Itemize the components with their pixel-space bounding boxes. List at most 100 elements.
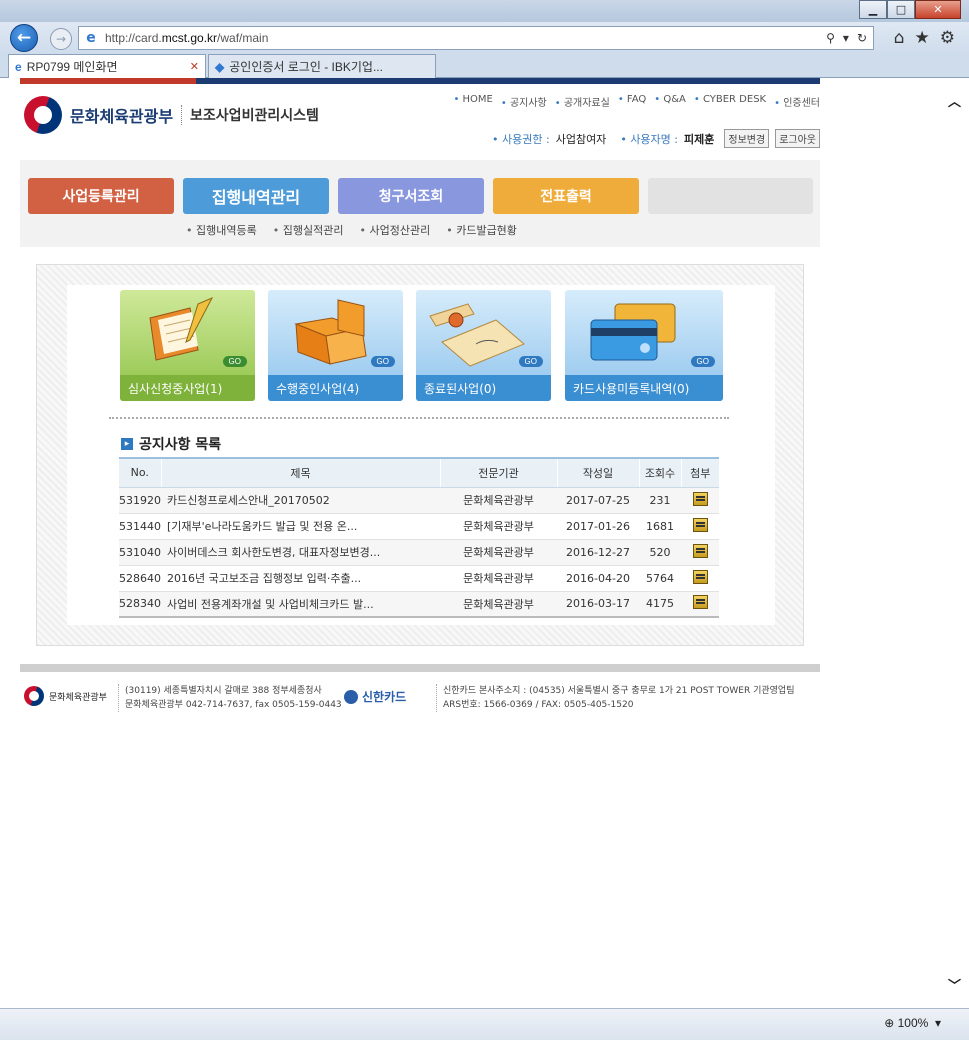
- table-row[interactable]: 528640 2016년 국고보조금 집행정보 입력·추출... 문화체육관광부…: [119, 565, 719, 592]
- toplink-qna[interactable]: Q&A: [654, 94, 686, 109]
- menu-invoice-inquiry[interactable]: 청구서조회: [338, 178, 484, 214]
- notice-table: No. 제목 전문기관 작성일 조회수 첨부 531920 카드신청프로세스안내…: [119, 457, 719, 618]
- browser-tools: ⌂ ★ ⚙: [894, 28, 955, 48]
- maximize-button[interactable]: □: [887, 0, 915, 19]
- card-title: 종료된사업(0): [416, 375, 551, 401]
- toplink-cyberdesk[interactable]: CYBER DESK: [694, 94, 766, 109]
- window-titlebar: ▁ □ ✕: [0, 0, 969, 22]
- refresh-icon[interactable]: ↻: [857, 31, 867, 45]
- card-unregistered-usage[interactable]: GO 카드사용미등록내역(0): [565, 290, 723, 401]
- cell-subject-link[interactable]: [기재부'e나라도움카드 발급 및 전용 온...: [161, 513, 440, 540]
- favorites-star-icon[interactable]: ★: [915, 28, 930, 48]
- toplink-archive[interactable]: 공개자료실: [555, 94, 610, 109]
- col-no: No.: [119, 457, 161, 488]
- address-bar[interactable]: e http://card.mcst.go.kr/waf/main ⚲ ▾ ↻: [78, 26, 874, 50]
- card-go-badge[interactable]: GO: [222, 356, 247, 367]
- card-go-badge[interactable]: GO: [690, 356, 715, 367]
- tab-ibk[interactable]: ◆ 공인인증서 로그인 - IBK기업...: [208, 54, 436, 78]
- attachment-icon[interactable]: [692, 595, 708, 610]
- toplink-faq[interactable]: FAQ: [618, 94, 646, 109]
- page-viewport: 문화체육관광부 보조사업비관리시스템 HOME 공지사항 공개자료실 FAQ Q…: [6, 78, 946, 1008]
- browser-navbar: ← → e http://card.mcst.go.kr/waf/main ⚲ …: [0, 22, 969, 54]
- site-root: 문화체육관광부 보조사업비관리시스템 HOME 공지사항 공개자료실 FAQ Q…: [20, 78, 820, 712]
- cell-org: 문화체육관광부: [440, 565, 557, 592]
- card-under-review[interactable]: GO 심사신청중사업(1): [120, 290, 255, 401]
- notice-title: 공지사항 목록: [139, 437, 222, 453]
- submenu-item[interactable]: 집행내역등록: [186, 222, 257, 238]
- vertical-scrollbar[interactable]: ︿ ﹀: [946, 78, 963, 1008]
- scroll-down-chevron-icon[interactable]: ﹀: [946, 976, 963, 994]
- footer-contact-line: 문화체육관광부 042-714-7637, fax 0505-159-0443: [125, 700, 342, 710]
- col-subject: 제목: [160, 457, 440, 488]
- toplink-certcenter[interactable]: 인증센터: [774, 94, 820, 109]
- search-icon[interactable]: ⚲: [826, 31, 835, 45]
- footer-ministry: 문화체육관광부: [49, 692, 107, 703]
- card-go-badge[interactable]: GO: [370, 356, 395, 367]
- submenu-item[interactable]: 사업정산관리: [359, 222, 430, 238]
- card-in-progress[interactable]: GO 수행중인사업(4): [268, 290, 403, 401]
- cell-views: 5764: [639, 565, 681, 592]
- main-menu: 사업등록관리 집행내역관리 청구서조회 전표출력 집행내역등록 집행실적관리 사…: [20, 160, 820, 247]
- attachment-icon[interactable]: [692, 569, 708, 584]
- logout-button[interactable]: 로그아웃: [775, 129, 820, 148]
- dropdown-icon[interactable]: ▾: [843, 31, 849, 45]
- submenu-item[interactable]: 집행실적관리: [273, 222, 344, 238]
- cell-org: 문화체육관광부: [440, 513, 557, 540]
- user-name-label: 사용자명 :: [620, 131, 678, 147]
- forward-button[interactable]: →: [50, 28, 72, 50]
- cell-views: 4175: [639, 591, 681, 618]
- menu-voucher-print[interactable]: 전표출력: [493, 178, 639, 214]
- cell-subject-link[interactable]: 사이버데스크 회사한도변경, 대표자정보변경...: [161, 539, 440, 566]
- toplink-notice[interactable]: 공지사항: [501, 94, 547, 109]
- footer-ministry-address: (30119) 세종특별자치시 갈매로 388 정부세종청사 문화체육관광부 0…: [118, 684, 342, 712]
- footer-address-line: (30119) 세종특별자치시 갈매로 388 정부세종청사: [125, 686, 322, 696]
- system-name: 보조사업비관리시스템: [181, 105, 319, 125]
- card-go-badge[interactable]: GO: [518, 356, 543, 367]
- zoom-control[interactable]: ⊕ 100% ▾: [884, 1016, 941, 1030]
- user-info: 사용권한 : 사업참여자 사용자명 : 피제훈 정보변경 로그아웃: [492, 129, 820, 148]
- site-header: 문화체육관광부 보조사업비관리시스템 HOME 공지사항 공개자료실 FAQ Q…: [20, 84, 820, 158]
- cell-views: 231: [639, 487, 681, 514]
- table-row[interactable]: 531440 [기재부'e나라도움카드 발급 및 전용 온... 문화체육관광부…: [119, 513, 719, 540]
- submenu-item[interactable]: 카드발급현황: [446, 222, 517, 238]
- col-org: 전문기관: [439, 457, 557, 488]
- attachment-icon[interactable]: [692, 491, 708, 506]
- attachment-icon[interactable]: [692, 517, 708, 532]
- attachment-icon[interactable]: [692, 543, 708, 558]
- table-row[interactable]: 528340 사업비 전용계좌개설 및 사업비체크카드 발... 문화체육관광부…: [119, 591, 719, 618]
- tab-close-icon[interactable]: ✕: [190, 60, 199, 73]
- menu-execution-management[interactable]: 집행내역관리: [183, 178, 329, 214]
- url-text[interactable]: http://card.mcst.go.kr/waf/main: [105, 31, 826, 45]
- col-attach: 첨부: [680, 457, 719, 488]
- cell-attach[interactable]: [681, 539, 719, 566]
- cell-attach[interactable]: [681, 591, 719, 618]
- cell-no: 528340: [119, 591, 161, 618]
- cell-subject-link[interactable]: 2016년 국고보조금 집행정보 입력·추출...: [161, 565, 440, 592]
- submenu: 집행내역등록 집행실적관리 사업정산관리 카드발급현황: [186, 222, 517, 238]
- cell-attach[interactable]: [681, 565, 719, 592]
- site-logo[interactable]: 문화체육관광부 보조사업비관리시스템: [24, 96, 319, 134]
- toplink-home[interactable]: HOME: [453, 94, 493, 109]
- top-links: HOME 공지사항 공개자료실 FAQ Q&A CYBER DESK 인증센터: [453, 94, 820, 109]
- footer-card-address-line: 신한카드 본사주소지 : (04535) 서울특별시 중구 충무로 1가 21 …: [443, 686, 795, 696]
- cell-attach[interactable]: [681, 513, 719, 540]
- table-row[interactable]: 531920 카드신청프로세스안내_20170502 문화체육관광부 2017-…: [119, 487, 719, 514]
- cell-subject-link[interactable]: 사업비 전용계좌개설 및 사업비체크카드 발...: [161, 591, 440, 618]
- card-brand: 신한카드: [362, 690, 407, 704]
- back-button[interactable]: ←: [10, 24, 38, 52]
- site-footer: 문화체육관광부 (30119) 세종특별자치시 갈매로 388 정부세종청사 문…: [20, 676, 820, 726]
- scroll-up-chevron-icon[interactable]: ︿: [946, 92, 963, 110]
- minimize-button[interactable]: ▁: [859, 0, 887, 19]
- card-completed[interactable]: GO 종료된사업(0): [416, 290, 551, 401]
- tab-main[interactable]: e RP0799 메인화면 ✕: [8, 54, 206, 78]
- settings-gear-icon[interactable]: ⚙: [940, 28, 955, 48]
- cell-subject-link[interactable]: 카드신청프로세스안내_20170502: [161, 487, 440, 514]
- menu-project-registration[interactable]: 사업등록관리: [28, 178, 174, 214]
- table-row[interactable]: 531040 사이버데스크 회사한도변경, 대표자정보변경... 문화체육관광부…: [119, 539, 719, 566]
- cell-attach[interactable]: [681, 487, 719, 514]
- close-button[interactable]: ✕: [915, 0, 961, 19]
- cell-no: 528640: [119, 565, 161, 592]
- card-title: 카드사용미등록내역(0): [565, 375, 723, 401]
- edit-info-button[interactable]: 정보변경: [724, 129, 770, 148]
- home-icon[interactable]: ⌂: [894, 28, 905, 48]
